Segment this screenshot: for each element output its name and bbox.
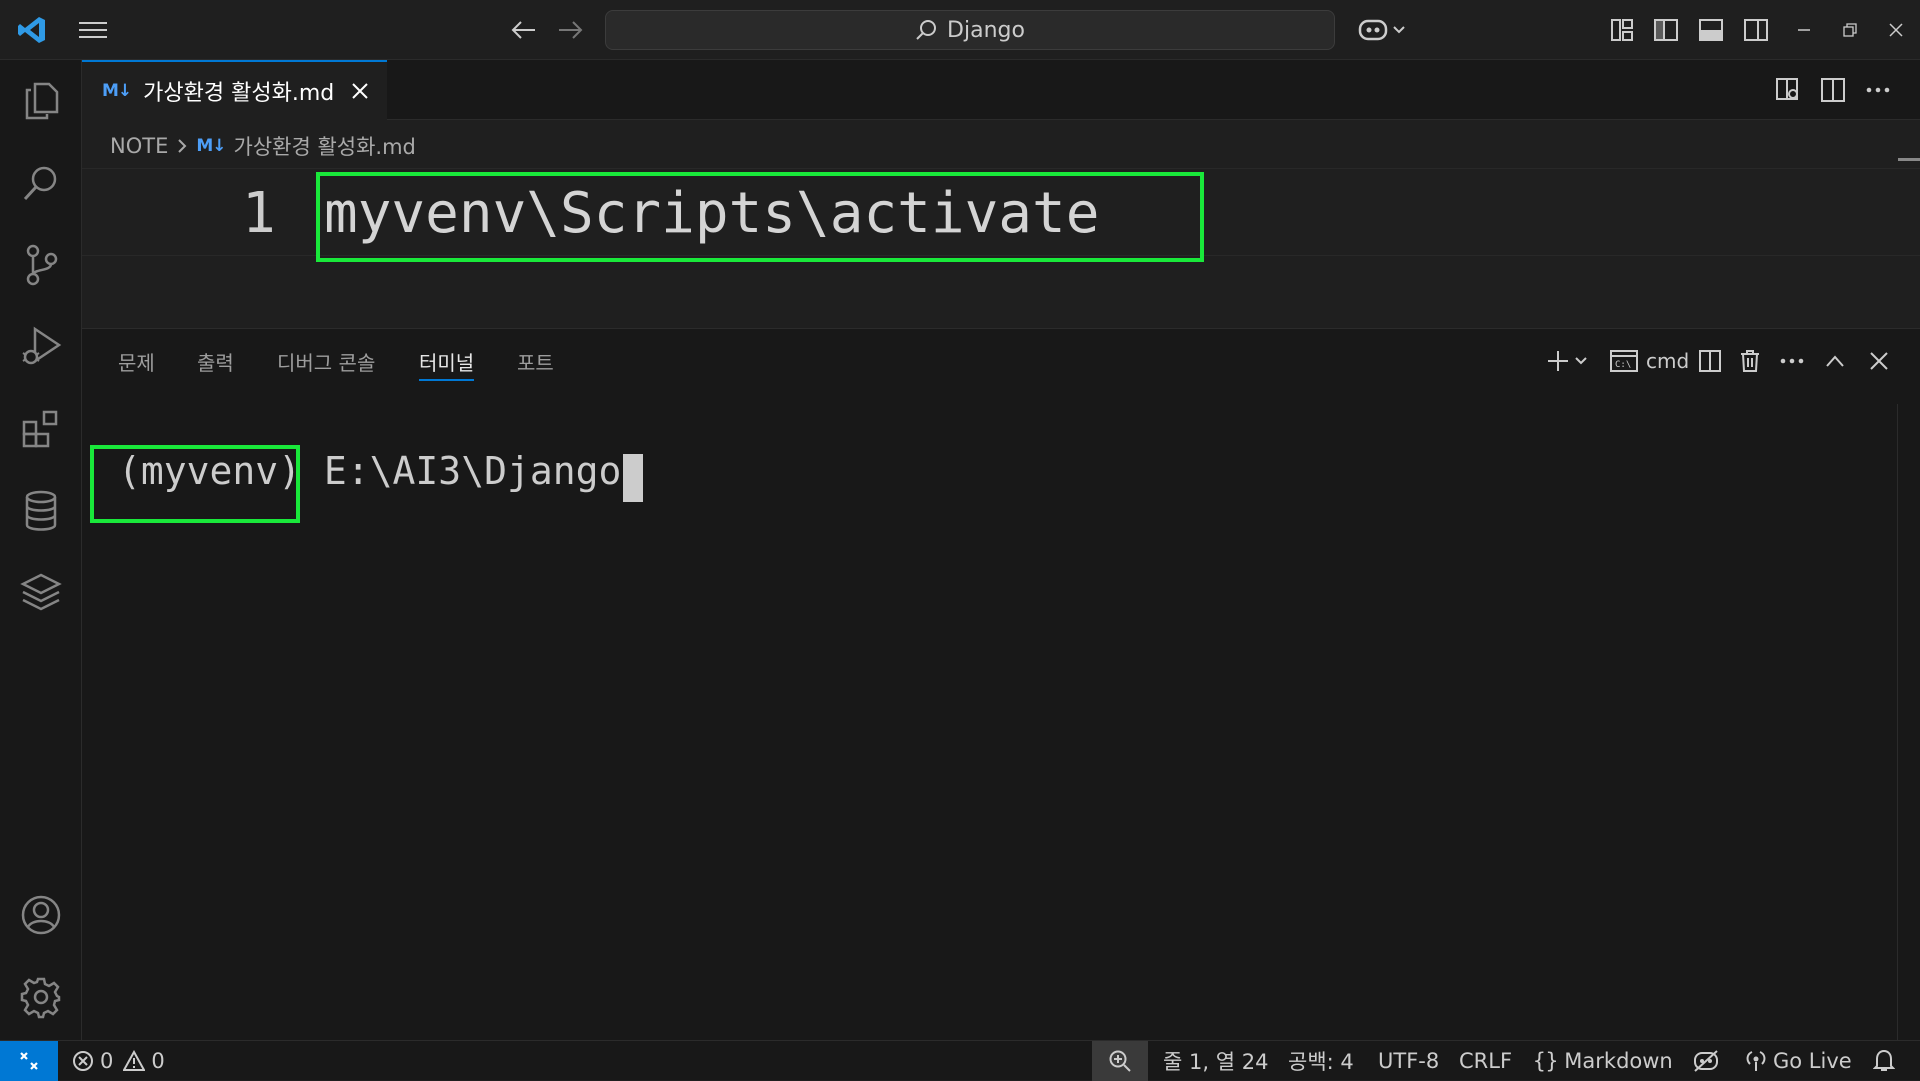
editor-more-actions-icon[interactable] (1862, 74, 1894, 106)
source-control-icon[interactable] (0, 232, 82, 298)
svg-text:C:\: C:\ (1615, 360, 1631, 370)
braces-icon: {} (1533, 1049, 1559, 1073)
search-sidebar-icon[interactable] (0, 150, 82, 216)
eol-label: CRLF (1459, 1049, 1513, 1073)
search-text: Django (947, 17, 1025, 43)
tab-ports[interactable]: 포트 (517, 347, 554, 379)
settings-gear-icon[interactable] (0, 964, 82, 1030)
tab-terminal[interactable]: 터미널 (419, 347, 475, 381)
database-icon[interactable] (0, 478, 82, 544)
minimize-window-icon[interactable] (1790, 14, 1818, 46)
warning-icon (123, 1050, 146, 1072)
explorer-icon[interactable] (0, 68, 82, 134)
tab-output[interactable]: 출력 (197, 347, 234, 379)
command-center-search[interactable]: Django (605, 10, 1335, 50)
account-icon[interactable] (0, 882, 82, 948)
title-bar: Django (0, 0, 1920, 60)
editor-scrollbar[interactable] (1898, 158, 1920, 161)
language-mode[interactable]: {} Markdown (1533, 1041, 1673, 1081)
extensions-icon[interactable] (0, 396, 82, 462)
vscode-logo-icon (12, 10, 52, 50)
terminal-scrollbar[interactable] (1897, 404, 1920, 1041)
run-debug-icon[interactable] (0, 314, 82, 380)
forward-arrow-icon[interactable] (554, 12, 586, 48)
line-number: 1 (242, 181, 276, 246)
warning-count: 0 (151, 1049, 165, 1073)
remote-button[interactable] (0, 1041, 58, 1081)
indentation-label: 공백: 4 (1288, 1050, 1354, 1074)
terminal-cmd-icon: C:\ (1610, 349, 1638, 373)
problems-status[interactable]: 0 0 (72, 1041, 165, 1081)
chevron-right-icon (176, 138, 188, 154)
terminal-profile[interactable]: C:\ cmd (1610, 345, 1689, 377)
split-editor-icon[interactable] (1817, 74, 1849, 106)
encoding[interactable]: UTF-8 (1378, 1041, 1439, 1081)
copilot-status-icon[interactable] (1690, 1045, 1722, 1077)
end-of-line[interactable]: CRLF (1459, 1041, 1512, 1081)
close-tab-icon[interactable] (352, 83, 368, 99)
highlight-box (316, 172, 1204, 262)
new-terminal-icon[interactable] (1544, 345, 1592, 377)
code-line[interactable]: 1 myvenv\Scripts\activate (82, 168, 1920, 262)
open-preview-side-icon[interactable] (1772, 74, 1804, 106)
bottom-panel: 문제 출력 디버그 콘솔 터미널 포트 C:\ cmd (myvenv) E:\… (82, 328, 1920, 1041)
layers-icon[interactable] (0, 560, 82, 626)
close-window-icon[interactable] (1882, 14, 1910, 46)
maximize-panel-chevron-up-icon[interactable] (1819, 345, 1851, 377)
search-icon (915, 19, 937, 41)
panel-more-actions-icon[interactable] (1776, 345, 1808, 377)
notifications-bell-icon[interactable] (1868, 1045, 1900, 1077)
zoom-button[interactable] (1092, 1041, 1148, 1081)
highlight-box (90, 445, 300, 523)
zoom-in-icon (1108, 1049, 1132, 1073)
encoding-label: UTF-8 (1378, 1049, 1440, 1073)
markdown-file-icon: M↓ (196, 136, 226, 156)
toggle-secondary-sidebar-icon[interactable] (1740, 14, 1772, 46)
prompt-path: E:\AI3\Django> (323, 449, 645, 493)
status-bar: 0 0 줄 1, 열 24 공백: 4 UTF-8 CRLF {} Markdo… (0, 1040, 1920, 1081)
cursor-position[interactable]: 줄 1, 열 24 (1163, 1041, 1268, 1081)
error-count: 0 (100, 1049, 114, 1073)
back-arrow-icon[interactable] (508, 12, 540, 48)
tab-debug-console[interactable]: 디버그 콘솔 (277, 347, 375, 379)
indentation[interactable]: 공백: 4 (1288, 1041, 1354, 1081)
editor-area: M↓ 가상환경 활성화.md NOTE M↓ 가상환경 활성화.md 1 myv… (82, 60, 1920, 328)
error-icon (72, 1050, 94, 1072)
language-label: Markdown (1564, 1049, 1673, 1073)
cursor-position-label: 줄 1, 열 24 (1163, 1050, 1269, 1074)
go-live-label: Go Live (1773, 1049, 1852, 1073)
restore-window-icon[interactable] (1836, 14, 1864, 46)
split-terminal-icon[interactable] (1694, 345, 1726, 377)
editor-tab[interactable]: M↓ 가상환경 활성화.md (82, 60, 387, 120)
breadcrumb: NOTE M↓ 가상환경 활성화.md (110, 128, 416, 164)
terminal-profile-label: cmd (1646, 349, 1690, 373)
terminal-cursor (623, 454, 643, 502)
editor-tab-bar: M↓ 가상환경 활성화.md (82, 60, 1920, 120)
menu-hamburger-icon[interactable] (75, 12, 111, 48)
activity-bar (0, 60, 82, 1040)
tab-problems[interactable]: 문제 (118, 347, 155, 379)
copilot-icon[interactable] (1355, 12, 1411, 48)
kill-terminal-trash-icon[interactable] (1734, 345, 1766, 377)
breadcrumb-file[interactable]: 가상환경 활성화.md (234, 131, 416, 161)
broadcast-icon (1745, 1050, 1767, 1072)
close-panel-icon[interactable] (1863, 345, 1895, 377)
customize-layout-icon[interactable] (1606, 14, 1638, 46)
toggle-primary-sidebar-icon[interactable] (1650, 14, 1682, 46)
markdown-file-icon: M↓ (102, 81, 132, 101)
go-live-button[interactable]: Go Live (1745, 1041, 1852, 1081)
breadcrumb-folder[interactable]: NOTE (110, 134, 168, 158)
toggle-panel-icon[interactable] (1695, 14, 1727, 46)
tab-label: 가상환경 활성화.md (143, 81, 335, 106)
remote-icon (18, 1050, 40, 1072)
